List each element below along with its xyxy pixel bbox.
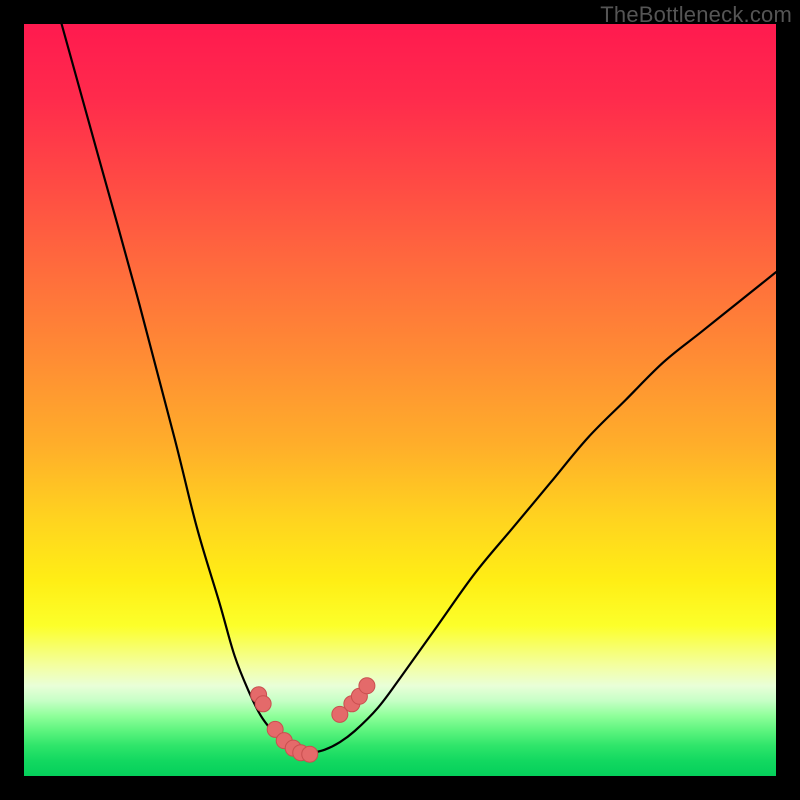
curve-markers-right [332, 678, 375, 723]
curve-right-branch [310, 272, 776, 753]
curve-marker [359, 678, 375, 694]
curve-marker [302, 746, 318, 762]
chart-overlay [0, 0, 800, 800]
curve-marker [255, 696, 271, 712]
curve-left-branch [62, 24, 310, 754]
curve-markers-left [251, 687, 318, 762]
